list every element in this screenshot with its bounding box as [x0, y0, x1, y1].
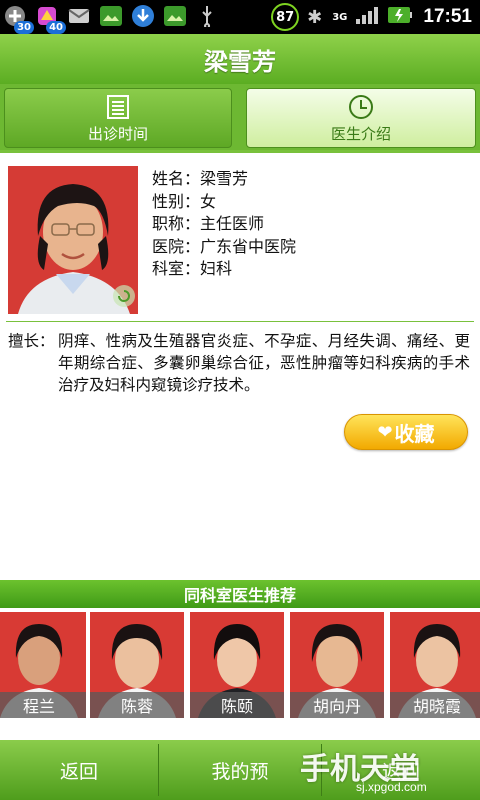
mail-icon: [66, 3, 92, 29]
status-bar: 30 40 87 ✱ 3G 17:51: [0, 0, 480, 34]
battery-percent: 87: [271, 3, 300, 31]
recommend-doctor-name: 胡向丹: [290, 692, 384, 718]
recommend-doctor-card[interactable]: 程兰: [0, 612, 86, 718]
status-right: 87 ✱ 3G 17:51: [271, 2, 472, 32]
schedule-list-icon: [107, 94, 129, 119]
tab-schedule[interactable]: 出诊时间: [4, 88, 232, 148]
recommend-header: 同科室医生推荐: [0, 580, 480, 608]
my-appointments-label: 我的预: [211, 760, 269, 783]
recommend-doctor-card[interactable]: 胡向丹: [290, 612, 384, 718]
recommend-doctor-name: 程兰: [0, 692, 86, 718]
battery-icon: [387, 5, 413, 29]
tab-schedule-label: 出诊时间: [87, 124, 148, 143]
add-icon: 30: [2, 3, 34, 34]
download-icon: [130, 3, 156, 29]
recommend-doctor-name: 陈蓉: [90, 692, 184, 718]
doctor-department: 科室：妇科: [152, 259, 233, 278]
recommend-doctor-card[interactable]: 胡晓霞: [390, 612, 480, 718]
info-separator: [6, 321, 474, 322]
signal-icon: [355, 5, 379, 29]
tab-divider: [0, 150, 480, 153]
doctor-hospital: 医院：广东省中医院: [152, 236, 297, 256]
doctor-expertise: 擅长： 阴痒、性病及生殖器官炎症、不孕症、月经失调、痛经、更年期综合症、多囊卵巢…: [8, 330, 470, 396]
notification-icons: 30 40: [2, 3, 226, 34]
tab-bar: 出诊时间 医生介绍: [0, 84, 480, 150]
doctor-photo: [8, 166, 138, 314]
heart-icon: ❤: [377, 421, 393, 443]
tab-doctor-intro-label: 医生介绍: [330, 124, 391, 143]
recommend-doctor-card[interactable]: 陈蓉: [90, 612, 184, 718]
bluetooth-icon: ✱: [307, 6, 323, 28]
doctor-gender: 性别：女: [152, 191, 217, 211]
recommend-doctor-name: 胡晓霞: [390, 692, 480, 718]
app-update-icon: 40: [34, 3, 66, 34]
back-button-label: 返回: [59, 760, 98, 783]
doctor-name: 姓名：梁雪芳: [152, 169, 249, 188]
recommend-list: 程兰 陈蓉 陈颐 胡向丹 胡晓霞: [0, 610, 480, 720]
usb-icon: [194, 3, 220, 29]
doctor-info: 姓名：梁雪芳 性别：女 职称：主任医师 医院：广东省中医院 科室：妇科: [152, 168, 296, 281]
recommend-title: 同科室医生推荐: [183, 586, 296, 605]
recommend-doctor-card[interactable]: 陈颐: [190, 612, 284, 718]
expertise-label: 擅长：: [8, 332, 55, 350]
favorite-button[interactable]: ❤ 收藏: [344, 414, 468, 450]
recommend-doctor-name: 陈颐: [190, 692, 284, 718]
my-appointments-button[interactable]: 我的预: [159, 740, 321, 800]
expertise-text: 阴痒、性病及生殖器官炎症、不孕症、月经失调、痛经、更年期综合症、多囊卵巢综合征，…: [58, 332, 470, 394]
watermark-url: sj.xpgod.com: [356, 780, 427, 794]
network-type: 3G: [332, 11, 348, 23]
notification-badge-1: 30: [14, 21, 34, 34]
image-download-icon: [98, 3, 124, 29]
page-title: 梁雪芳: [204, 47, 276, 76]
notification-badge-2: 40: [46, 21, 66, 34]
clock-time: 17:51: [423, 6, 472, 27]
tab-doctor-intro[interactable]: 医生介绍: [246, 88, 476, 148]
doctor-title: 职称：主任医师: [152, 214, 265, 233]
image-download-icon-2: [162, 3, 188, 29]
page-header: 梁雪芳: [0, 34, 480, 84]
back-button[interactable]: 返回: [0, 740, 158, 800]
favorite-button-label: 收藏: [394, 421, 435, 446]
clock-icon: [349, 94, 373, 119]
